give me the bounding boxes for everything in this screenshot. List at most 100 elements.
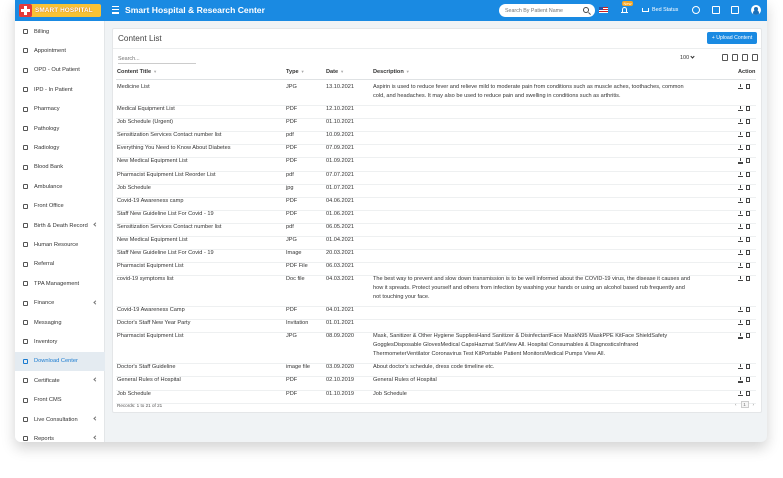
whatsapp-icon[interactable]: [692, 6, 700, 14]
sidebar-item[interactable]: Referral: [15, 255, 105, 274]
download-icon[interactable]: [738, 276, 743, 282]
download-icon[interactable]: [738, 132, 743, 138]
delete-icon[interactable]: [746, 158, 750, 164]
delete-icon[interactable]: [746, 250, 750, 256]
delete-icon[interactable]: [746, 307, 750, 313]
delete-icon[interactable]: [746, 320, 750, 326]
download-icon[interactable]: [738, 237, 743, 243]
prev-page-button[interactable]: ‹: [735, 402, 737, 407]
sidebar-item[interactable]: OPD - Out Patient: [15, 61, 105, 80]
download-icon[interactable]: [738, 119, 743, 125]
sidebar-item[interactable]: Inventory: [15, 332, 105, 351]
download-icon[interactable]: [738, 171, 743, 177]
delete-icon[interactable]: [746, 210, 750, 216]
download-icon[interactable]: [738, 145, 743, 151]
download-icon[interactable]: [738, 263, 743, 269]
download-icon[interactable]: [738, 333, 743, 339]
sidebar-item[interactable]: Pharmacy: [15, 100, 105, 119]
sidebar-item[interactable]: Human Resource: [15, 235, 105, 254]
download-icon[interactable]: [738, 197, 743, 203]
delete-icon[interactable]: [746, 276, 750, 282]
delete-icon[interactable]: [746, 184, 750, 190]
download-icon[interactable]: [738, 223, 743, 230]
avatar[interactable]: [751, 5, 761, 15]
download-icon[interactable]: [738, 84, 743, 90]
delete-icon[interactable]: [746, 237, 750, 242]
delete-icon[interactable]: [746, 106, 750, 111]
column-header-date[interactable]: Date ▼: [326, 69, 344, 75]
sidebar-item[interactable]: Certificate: [15, 371, 105, 390]
sidebar-item[interactable]: Appointment: [15, 41, 105, 60]
copy-icon[interactable]: [722, 54, 728, 61]
delete-icon[interactable]: [746, 333, 750, 339]
delete-icon[interactable]: [746, 263, 750, 269]
column-header-title[interactable]: Content Title ▼: [117, 69, 157, 75]
blood-bank-icon: [23, 164, 28, 170]
logo[interactable]: SMART HOSPITAL: [19, 4, 101, 17]
column-header-action: Action: [738, 69, 756, 75]
content-panel: Content List + Upload Content 100 Conten…: [112, 28, 762, 413]
delete-icon[interactable]: [746, 390, 750, 396]
column-header-description[interactable]: Description ▼: [373, 69, 410, 75]
type-cell: JPG: [286, 237, 297, 243]
download-icon[interactable]: [738, 390, 743, 396]
delete-icon[interactable]: [746, 197, 750, 203]
sidebar-item[interactable]: Front CMS: [15, 391, 105, 410]
menu-icon[interactable]: [112, 6, 119, 14]
delete-icon[interactable]: [746, 223, 750, 229]
delete-icon[interactable]: [746, 84, 750, 89]
sidebar-item-label: Birth & Death Record: [34, 222, 88, 229]
delete-icon[interactable]: [746, 377, 750, 383]
csv-icon[interactable]: [742, 54, 748, 61]
sidebar-item[interactable]: Finance: [15, 294, 105, 313]
type-cell: Invitation: [286, 320, 309, 327]
download-icon[interactable]: [738, 377, 743, 383]
download-icon[interactable]: [738, 250, 743, 256]
delete-icon[interactable]: [746, 132, 750, 138]
sidebar-item[interactable]: Live Consultation: [15, 410, 105, 429]
row-divider: [116, 402, 756, 404]
patient-search-input[interactable]: [505, 7, 577, 14]
sidebar-item[interactable]: Front Office: [15, 197, 105, 216]
sidebar-item-label: Radiology: [34, 144, 60, 151]
download-icon[interactable]: [738, 106, 743, 112]
sidebar-item[interactable]: IPD - In Patient: [15, 80, 105, 99]
download-icon[interactable]: [738, 320, 743, 326]
sidebar-item[interactable]: Blood Bank: [15, 158, 105, 177]
download-icon[interactable]: [738, 210, 743, 216]
patient-search[interactable]: [499, 4, 595, 17]
sidebar-item-label: Appointment: [34, 47, 66, 54]
delete-icon[interactable]: [746, 119, 750, 125]
download-icon[interactable]: [738, 158, 743, 164]
download-icon[interactable]: [738, 364, 743, 370]
delete-icon[interactable]: [746, 145, 750, 151]
page-size-select[interactable]: 100: [680, 54, 695, 61]
calendar-icon[interactable]: [712, 6, 720, 14]
sidebar-item[interactable]: Radiology: [15, 138, 105, 157]
sidebar-item[interactable]: Reports: [15, 429, 105, 442]
page-1-button[interactable]: 1: [740, 401, 749, 408]
flag-icon[interactable]: [599, 7, 608, 13]
column-header-type[interactable]: Type ▼: [286, 69, 305, 75]
upload-content-button[interactable]: + Upload Content: [707, 32, 757, 44]
print-icon[interactable]: [752, 54, 758, 61]
sidebar-item[interactable]: Birth & Death Record: [15, 216, 105, 235]
task-icon[interactable]: [731, 6, 739, 14]
sidebar-item[interactable]: Billing: [15, 22, 105, 41]
sidebar-item[interactable]: Ambulance: [15, 177, 105, 196]
sidebar-item[interactable]: Pathology: [15, 119, 105, 138]
bed-status-button[interactable]: Bed Status: [642, 7, 678, 13]
sidebar-item[interactable]: Download Center: [15, 351, 105, 371]
search-icon[interactable]: [583, 7, 589, 13]
sidebar-item[interactable]: Messaging: [15, 313, 105, 332]
delete-icon[interactable]: [746, 171, 750, 177]
table-search-input[interactable]: [118, 54, 196, 64]
download-icon[interactable]: [738, 307, 743, 313]
table-row: covid-19 symptoms list Doc file 04.03.2021…: [113, 275, 761, 306]
download-icon[interactable]: [738, 184, 743, 190]
next-page-button[interactable]: ›: [753, 402, 755, 407]
bell-icon[interactable]: [621, 5, 628, 14]
sidebar-item[interactable]: TPA Management: [15, 274, 105, 293]
delete-icon[interactable]: [746, 364, 750, 370]
excel-icon[interactable]: [732, 54, 738, 61]
